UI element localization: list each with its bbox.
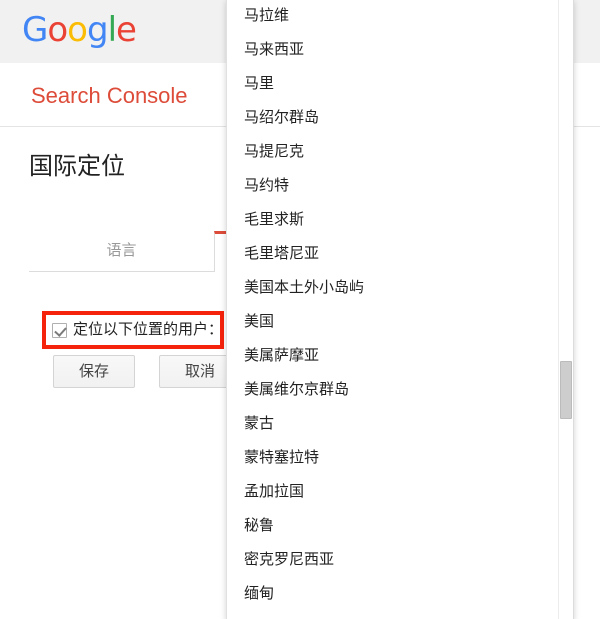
save-button[interactable]: 保存 xyxy=(53,355,135,388)
country-list-item[interactable]: 密克罗尼西亚 xyxy=(227,543,573,577)
country-list-item[interactable]: 毛里塔尼亚 xyxy=(227,237,573,271)
country-list-item[interactable]: 马拉维 xyxy=(227,0,573,33)
checkbox-checked-icon[interactable] xyxy=(52,322,67,338)
country-list-item[interactable]: 毛里求斯 xyxy=(227,203,573,237)
geo-targeting-highlight: 定位以下位置的用户： xyxy=(42,311,224,349)
google-logo[interactable]: Google xyxy=(22,10,137,50)
dropdown-scrollbar[interactable] xyxy=(558,0,573,619)
country-list-item[interactable]: 马提尼克 xyxy=(227,135,573,169)
country-dropdown[interactable]: 马拉维 马来西亚 马里 马绍尔群岛 马提尼克 马约特 毛里求斯 毛里塔尼亚 美国本土外小岛屿 美国… xyxy=(226,0,574,619)
google-logo-letter-4: l xyxy=(107,10,118,50)
google-logo-letter-0: G xyxy=(22,10,48,50)
country-list-item[interactable]: 秘鲁 xyxy=(227,509,573,543)
country-list-item[interactable]: 马里 xyxy=(227,67,573,101)
country-list-item[interactable]: 孟加拉国 xyxy=(227,475,573,509)
search-console-page: Google Search Console 国际定位 语言 定位以下位置的用户：… xyxy=(0,0,600,619)
country-list-item[interactable]: 马绍尔群岛 xyxy=(227,101,573,135)
country-list-item[interactable]: 蒙古 xyxy=(227,407,573,441)
country-list-item[interactable]: 美属萨摩亚 xyxy=(227,339,573,373)
country-list-item[interactable]: 缅甸 xyxy=(227,577,573,611)
country-list-item[interactable]: 蒙特塞拉特 xyxy=(227,441,573,475)
dropdown-scroll-thumb[interactable] xyxy=(560,361,572,419)
country-list-item[interactable]: 马来西亚 xyxy=(227,33,573,67)
product-title[interactable]: Search Console xyxy=(31,83,188,109)
google-logo-letter-5: e xyxy=(116,10,137,50)
country-list-item[interactable]: 美属维尔京群岛 xyxy=(227,373,573,407)
page-title: 国际定位 xyxy=(29,153,125,180)
country-list[interactable]: 马拉维 马来西亚 马里 马绍尔群岛 马提尼克 马约特 毛里求斯 毛里塔尼亚 美国本土外小岛屿 美国… xyxy=(227,0,573,611)
country-list-item[interactable]: 马约特 xyxy=(227,169,573,203)
google-logo-letter-2: o xyxy=(67,10,88,50)
google-logo-letter-3: g xyxy=(86,10,109,50)
tab-language[interactable]: 语言 xyxy=(29,231,214,272)
geo-targeting-row[interactable]: 定位以下位置的用户： xyxy=(52,319,223,341)
google-logo-letter-1: o xyxy=(47,10,68,50)
country-list-item[interactable]: 美国本土外小岛屿 xyxy=(227,271,573,305)
country-list-item[interactable]: 美国 xyxy=(227,305,573,339)
geo-targeting-label: 定位以下位置的用户： xyxy=(73,321,224,338)
